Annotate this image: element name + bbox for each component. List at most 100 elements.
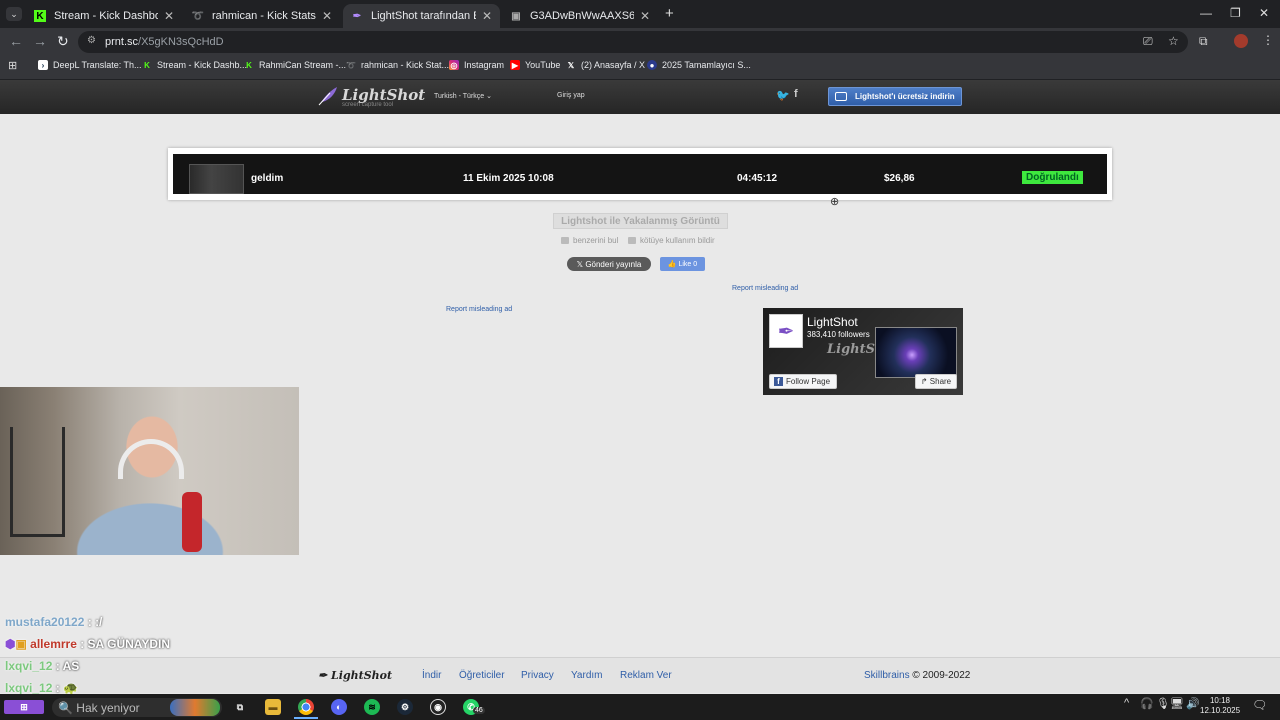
footer-link-indir[interactable]: İndir <box>422 670 441 681</box>
close-window-icon[interactable]: ✕ <box>1259 6 1269 20</box>
chrome-icon[interactable] <box>298 699 314 715</box>
screenshot-image[interactable]: geldim 11 Ekim 2025 10:08 04:45:12 $26,8… <box>173 154 1107 194</box>
apps-icon[interactable]: ⊞ <box>8 59 17 72</box>
microphone <box>182 492 202 552</box>
share-button[interactable]: ↱ Share <box>915 374 957 389</box>
bookmark-star-icon[interactable]: ☆ <box>1168 34 1179 48</box>
report-abuse-link[interactable]: kötüye kullanım bildir <box>628 236 715 245</box>
tab-search-button[interactable]: ⌄ <box>6 7 22 21</box>
follow-page-button[interactable]: f Follow Page <box>769 374 837 389</box>
footer-logo[interactable]: ✒ LightShot <box>318 669 392 682</box>
bookmark-kick-stats[interactable]: ➰ rahmican - Kick Stat... <box>346 60 449 70</box>
lightshot-header <box>0 80 1280 114</box>
site-info-icon[interactable]: ⚙ <box>87 35 96 46</box>
bookmark-instagram[interactable]: ◎ Instagram <box>449 60 504 70</box>
bookmark-deepl[interactable]: › DeepL Translate: Th... <box>38 60 142 70</box>
steam-icon[interactable]: ⚙ <box>397 699 413 715</box>
taskbar-search[interactable]: 🔍 Hak yeniyor <box>52 698 222 717</box>
fb-cover-image <box>875 327 957 378</box>
start-button[interactable]: ⊞ <box>4 700 44 714</box>
tab-label: Stream - Kick Dashboard <box>54 10 158 22</box>
chat-user: lxqvi_12 <box>5 681 53 695</box>
close-icon[interactable]: ✕ <box>640 9 650 23</box>
tab-kick-stats[interactable]: ➰ rahmican - Kick Stats, Analytics ✕ <box>184 4 340 28</box>
language-select[interactable]: Turkish - Türkçe ⌄ <box>434 92 492 100</box>
close-icon[interactable]: ✕ <box>322 9 332 23</box>
discord-icon[interactable]: ◐ <box>331 699 347 715</box>
bookmark-youtube[interactable]: ▶ YouTube <box>510 60 560 70</box>
bookmark-label: Instagram <box>464 60 505 70</box>
new-tab-button[interactable]: + <box>665 5 674 22</box>
bookmark-label: YouTube <box>525 60 561 70</box>
close-icon[interactable]: ✕ <box>482 9 492 23</box>
volume-icon[interactable]: 🔊 <box>1186 697 1200 710</box>
youtube-icon: ▶ <box>510 60 520 70</box>
chat-user: mustafa20122 <box>5 615 85 629</box>
bookmark-kick-dashboard[interactable]: K Stream - Kick Dashb... <box>142 60 247 70</box>
menu-icon[interactable]: ⋮ <box>1262 33 1274 47</box>
footer-link-reklam[interactable]: Reklam Ver <box>620 670 672 681</box>
cast-icon[interactable]: ⎚ <box>1143 34 1153 49</box>
tab-kick-dashboard[interactable]: K Stream - Kick Dashboard ✕ <box>26 4 182 28</box>
task-view-icon[interactable]: ⧉ <box>232 699 248 715</box>
extensions-icon[interactable]: ⧉ <box>1199 34 1208 49</box>
obs-icon[interactable]: ◉ <box>430 699 446 715</box>
address-bar[interactable]: ⚙ prnt.sc/X5gKN3sQcHdD ⎚ ☆ <box>78 31 1188 53</box>
fb-page-name[interactable]: LightShot <box>807 315 858 329</box>
bookmark-rahmican-stream[interactable]: K RahmiCan Stream -... <box>244 60 346 70</box>
facebook-icon[interactable]: f <box>794 88 798 100</box>
notification-icon[interactable]: 🗨 <box>1252 698 1267 712</box>
kick-icon: K <box>144 60 150 70</box>
back-icon[interactable]: ← <box>9 33 23 49</box>
download-button[interactable]: Lightshot'ı ücretsiz indirin <box>828 87 962 106</box>
globe-icon: ● <box>647 60 657 70</box>
footer-link-privacy[interactable]: Privacy <box>521 670 554 681</box>
kick-icon: K <box>34 10 46 22</box>
facebook-page-widget[interactable]: ✒ LightShot 383,410 followers LightShot … <box>763 308 963 395</box>
twitter-icon[interactable]: 🐦 <box>776 89 790 102</box>
minimize-icon[interactable]: — <box>1200 6 1212 20</box>
find-similar-link[interactable]: benzerini bul <box>561 236 618 245</box>
flag-icon <box>628 237 636 244</box>
like-button[interactable]: 👍 Like 0 <box>660 257 705 271</box>
network-icon[interactable]: 🖥 <box>1170 697 1184 710</box>
bookmark-label: Stream - Kick Dashb... <box>157 60 248 70</box>
lightshot-logo[interactable]: LightShot screen capture tool <box>316 84 425 111</box>
footer-link-yardim[interactable]: Yardım <box>571 670 603 681</box>
footer-link-ogreticiler[interactable]: Öğreticiler <box>459 670 505 681</box>
logo-tagline: screen capture tool <box>342 102 394 108</box>
tab-image[interactable]: ▣ G3ADwBnWwAAXS6w (943×20 ✕ <box>502 4 658 28</box>
report-ad-link-right[interactable]: Report misleading ad <box>732 285 798 292</box>
tweet-button[interactable]: 𝕏 Gönderi yayınla <box>567 257 651 271</box>
profile-avatar[interactable] <box>1234 34 1248 48</box>
microphone-icon[interactable]: 🎙 <box>1156 697 1170 710</box>
headphones <box>118 439 184 479</box>
image-icon: ▣ <box>511 10 521 22</box>
bookmark-tamamlayici[interactable]: ● 2025 Tamamlayıcı S... <box>647 60 751 70</box>
tab-label: LightShot tarafından Ekran Gör <box>371 10 476 22</box>
streamscharts-icon: ➰ <box>346 60 356 70</box>
verified-badge: Doğrulandı <box>1022 171 1083 184</box>
clock[interactable]: 10:18 12.10.2025 <box>1200 696 1240 716</box>
tray-chevron-icon[interactable]: ^ <box>1124 697 1129 709</box>
report-ad-link-left[interactable]: Report misleading ad <box>446 306 512 313</box>
spotify-icon[interactable]: ≋ <box>364 699 380 715</box>
forward-icon[interactable]: → <box>33 33 47 49</box>
url-domain: prnt.sc <box>105 36 139 48</box>
emote-icon: 🐢 <box>63 681 79 695</box>
bookmark-x[interactable]: 𝕏 (2) Anasayfa / X <box>566 60 645 70</box>
skillbrains-link[interactable]: Skillbrains <box>864 670 910 681</box>
restore-icon[interactable]: ❐ <box>1230 6 1241 20</box>
shelf <box>10 427 65 537</box>
chevron-down-icon: ⌄ <box>486 93 493 100</box>
stream-thumbnail <box>189 164 244 194</box>
login-link[interactable]: Giriş yap <box>557 92 585 99</box>
reload-icon[interactable]: ↻ <box>57 33 69 50</box>
bookmark-label: 2025 Tamamlayıcı S... <box>662 60 751 70</box>
file-explorer-icon[interactable]: ▬ <box>265 699 281 715</box>
chat-text: : <box>55 681 60 695</box>
close-icon[interactable]: ✕ <box>164 9 174 23</box>
tab-lightshot[interactable]: ✒ LightShot tarafından Ekran Gör ✕ <box>343 4 500 28</box>
image-icon <box>561 237 569 244</box>
headset-icon[interactable]: 🎧 <box>1140 697 1154 710</box>
